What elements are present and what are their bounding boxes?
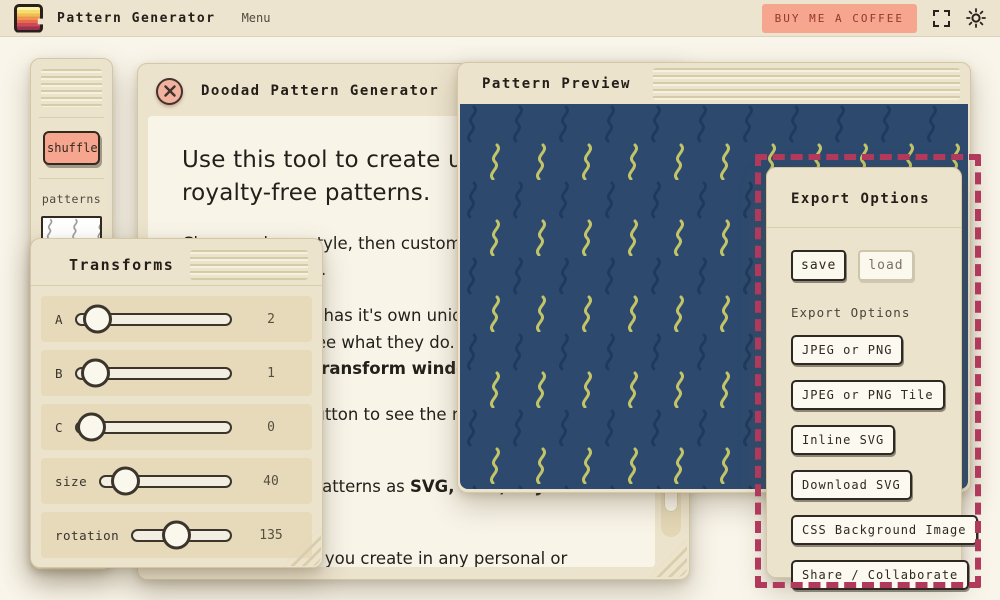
window-drag-handle[interactable] — [653, 68, 960, 100]
divider — [767, 227, 961, 228]
theme-toggle-button[interactable] — [966, 8, 986, 28]
buy-me-a-coffee-button[interactable]: BUY ME A COFFEE — [762, 4, 917, 33]
close-window-button[interactable] — [156, 78, 183, 105]
shuffle-section: shuffle — [39, 117, 104, 178]
export-option-button[interactable]: JPEG or PNG Tile — [791, 380, 945, 410]
export-options-window: Export Options save load Export Options … — [766, 167, 962, 578]
window-drag-handle[interactable] — [41, 69, 102, 107]
slider-label: size — [55, 474, 87, 489]
slider-track[interactable] — [75, 421, 232, 434]
export-button-list: JPEG or PNG JPEG or PNG Tile Inline SVG Dow… — [791, 335, 947, 590]
slider-label: rotation — [55, 528, 119, 543]
pattern-generator-app: Pattern Generator Menu BUY ME A COFFEE — [0, 0, 1000, 600]
slider-label: B — [55, 366, 63, 381]
slider-row-A: A2 — [41, 296, 312, 342]
export-option-button[interactable]: Share / Collaborate — [791, 560, 969, 590]
slider-thumb[interactable] — [81, 359, 110, 388]
preview-window-title: Pattern Preview — [482, 76, 631, 92]
slider-track[interactable] — [75, 313, 232, 326]
slider-value: 1 — [244, 366, 298, 381]
app-logo-icon — [14, 4, 43, 33]
slider-thumb[interactable] — [111, 467, 140, 496]
slider-label: A — [55, 312, 63, 327]
slider-rows: A2B1C0size40rotation135 — [41, 296, 312, 558]
export-option-button[interactable]: JPEG or PNG — [791, 335, 903, 365]
export-window-header: Export Options — [781, 184, 947, 214]
export-options-label: Export Options — [791, 305, 947, 320]
save-load-row: save load — [791, 250, 947, 281]
slider-value: 0 — [244, 420, 298, 435]
doodad-window-title: Doodad Pattern Generator — [201, 83, 439, 99]
export-option-button[interactable]: CSS Background Image — [791, 515, 978, 545]
menu-button[interactable]: Menu — [242, 11, 271, 25]
fullscreen-icon — [932, 9, 951, 28]
slider-thumb[interactable] — [83, 305, 112, 334]
slider-value: 135 — [244, 528, 298, 543]
slider-label: C — [55, 420, 63, 435]
export-option-button[interactable]: Download SVG — [791, 470, 912, 500]
save-button[interactable]: save — [791, 250, 846, 281]
patterns-label: patterns — [42, 192, 101, 206]
slider-track[interactable] — [131, 529, 232, 542]
slider-thumb[interactable] — [162, 521, 191, 550]
transforms-window: Transforms A2B1C0size40rotation135 — [30, 238, 323, 568]
export-window-title: Export Options — [791, 191, 930, 207]
transforms-window-header: Transforms — [41, 239, 312, 285]
app-title: Pattern Generator — [57, 11, 216, 26]
top-bar: Pattern Generator Menu BUY ME A COFFEE — [0, 0, 1000, 37]
export-option-button[interactable]: Inline SVG — [791, 425, 895, 455]
sun-icon — [966, 8, 986, 28]
top-bar-actions: BUY ME A COFFEE — [762, 4, 986, 33]
load-button[interactable]: load — [858, 250, 913, 281]
preview-window-header: Pattern Preview — [458, 63, 970, 104]
slider-value: 40 — [244, 474, 298, 489]
transforms-window-title: Transforms — [69, 256, 174, 274]
slider-value: 2 — [244, 312, 298, 327]
slider-row-rotation: rotation 135 — [41, 512, 312, 558]
shuffle-button[interactable]: shuffle — [43, 131, 100, 165]
slider-row-B: B1 — [41, 350, 312, 396]
close-x-icon — [164, 85, 176, 97]
fullscreen-button[interactable] — [932, 9, 951, 28]
slider-thumb[interactable] — [77, 413, 106, 442]
slider-row-C: C0 — [41, 404, 312, 450]
window-drag-handle[interactable] — [190, 250, 308, 280]
slider-row-size: size 40 — [41, 458, 312, 504]
slider-track[interactable] — [75, 367, 232, 380]
slider-track[interactable] — [99, 475, 232, 488]
divider — [31, 285, 322, 286]
